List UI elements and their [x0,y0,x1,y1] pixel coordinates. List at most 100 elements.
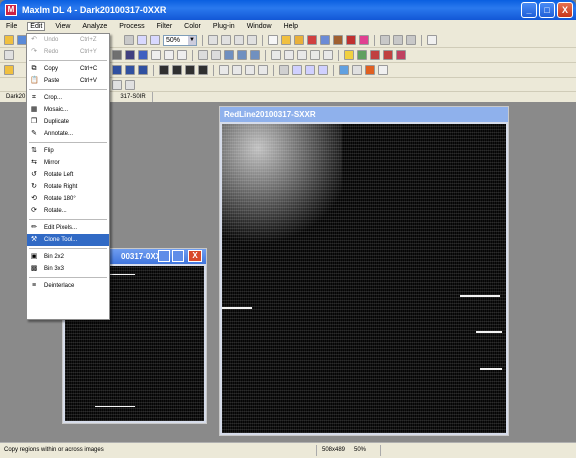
refresh-icon[interactable] [247,35,257,45]
histogram-icon[interactable] [112,50,122,60]
zoom-combo[interactable]: 50% ▼ [163,34,197,46]
telescope-icon[interactable] [307,35,317,45]
menu-item-crop[interactable]: ⌗ Crop... [27,92,109,104]
dark-frame-icon[interactable] [125,50,135,60]
menu-item-edit-pixels[interactable]: ✏ Edit Pixels... [27,222,109,234]
menu-item-paste[interactable]: 📋 Paste Ctrl+V [27,75,109,87]
home-icon[interactable] [4,65,14,75]
zoom-region-icon[interactable] [318,65,328,75]
tile-icon[interactable] [172,65,182,75]
window-icon[interactable] [4,50,14,60]
folder-icon[interactable] [281,35,291,45]
cursor-icon[interactable] [427,35,437,45]
script-icon[interactable] [378,65,388,75]
stack-icon[interactable] [380,35,390,45]
menu-item-mosaic[interactable]: ▦ Mosaic... [27,104,109,116]
window-minimize-button[interactable] [158,250,170,262]
menu-view[interactable]: View [53,23,72,30]
info-icon[interactable] [245,65,255,75]
maximize-button[interactable]: □ [539,2,555,18]
menu-help[interactable]: Help [282,23,300,30]
help-pointer-icon[interactable] [208,35,218,45]
arrange-icon[interactable] [198,65,208,75]
grid-icon[interactable] [232,65,242,75]
menu-item-flip[interactable]: ⇅ Flip [27,145,109,157]
menu-item-rotate-180[interactable]: ⟲ Rotate 180° [27,193,109,205]
menu-item-bin-2x2[interactable]: ▣ Bin 2x2 [27,251,109,263]
bin3-small-icon[interactable] [383,50,393,60]
menu-window[interactable]: Window [245,23,274,30]
menu-item-redo[interactable]: ↷ Redo Ctrl+Y [27,46,109,58]
align-icon[interactable] [224,50,234,60]
rotate-small-icon[interactable] [323,50,333,60]
image-window-redline[interactable]: RedLine20100317-SXXR [219,106,509,436]
menu-item-rotate-right[interactable]: ↻ Rotate Right [27,181,109,193]
menu-item-annotate[interactable]: ✎ Annotate... [27,128,109,140]
line-icon[interactable] [221,35,231,45]
menu-item-mirror[interactable]: ⇆ Mirror [27,157,109,169]
app-title-bar[interactable]: M Maxlm DL 4 - Dark20100317-0XXR _ □ X [0,0,576,20]
menu-item-bin-3x3[interactable]: ▩ Bin 3x3 [27,263,109,275]
graph-icon[interactable] [112,65,122,75]
layout-icon[interactable] [159,65,169,75]
menu-edit[interactable]: Edit [27,22,46,31]
run-icon[interactable] [365,65,375,75]
menu-plugin[interactable]: Plug-in [211,23,237,30]
zoom-in-icon[interactable] [137,35,147,45]
measure-icon[interactable] [219,65,229,75]
combine-icon[interactable] [237,50,247,60]
window-maximize-button[interactable] [172,250,184,262]
tab-s0ir[interactable]: 317-S0IR [114,92,153,102]
filter-wheel-icon[interactable] [333,35,343,45]
rotate-left-small-icon[interactable] [297,50,307,60]
rotate-right-small-icon[interactable] [310,50,320,60]
window-title[interactable]: RedLine20100317-SXXR [220,107,508,122]
menu-analyze[interactable]: Analyze [80,23,109,30]
close-button[interactable]: X [557,2,573,18]
window-close-button[interactable]: X [188,250,202,262]
menu-item-undo[interactable]: ↶ Undo Ctrl+Z [27,34,109,46]
zoom-out-2-icon[interactable] [305,65,315,75]
star-icon[interactable] [339,65,349,75]
rectangle-icon[interactable] [151,50,161,60]
plot-icon[interactable] [352,65,362,75]
undo-small-icon[interactable] [198,50,208,60]
menu-file[interactable]: File [4,23,19,30]
database-icon[interactable] [406,35,416,45]
menu-item-deinterlace[interactable]: ≡ Deinterlace [27,280,109,292]
flat-frame-icon[interactable] [138,50,148,60]
minimize-button[interactable]: _ [521,2,537,18]
contrast-icon[interactable] [258,65,268,75]
curve-icon[interactable] [138,65,148,75]
color-icon[interactable] [359,35,369,45]
new-icon[interactable] [268,35,278,45]
monitor-icon[interactable] [279,65,289,75]
open-icon[interactable] [4,35,14,45]
deinterlace-small-icon[interactable] [396,50,406,60]
frame-icon[interactable] [164,50,174,60]
circle-icon[interactable] [234,35,244,45]
pencil-small-icon[interactable] [344,50,354,60]
menu-process[interactable]: Process [117,23,146,30]
levels-icon[interactable] [125,65,135,75]
cascade-icon[interactable] [185,65,195,75]
menu-item-clone-tool[interactable]: ⚒ Clone Tool... [27,234,109,246]
chart-icon[interactable] [112,79,122,90]
menu-color[interactable]: Color [182,23,203,30]
zoom-fit-icon[interactable] [124,35,134,45]
print-icon[interactable] [393,35,403,45]
redo-small-icon[interactable] [211,50,221,60]
zoom-in-2-icon[interactable] [292,65,302,75]
menu-filter[interactable]: Filter [155,23,175,30]
camera-icon[interactable] [294,35,304,45]
menu-item-duplicate[interactable]: ❐ Duplicate [27,116,109,128]
zoom-out-icon[interactable] [150,35,160,45]
image-canvas[interactable] [222,124,506,433]
focus-icon[interactable] [346,35,356,45]
disk-icon[interactable] [320,35,330,45]
draw-line-icon[interactable] [177,50,187,60]
clone-small-icon[interactable] [357,50,367,60]
flip-small-icon[interactable] [271,50,281,60]
menu-item-copy[interactable]: ⧉ Copy Ctrl+C [27,63,109,75]
bin-small-icon[interactable] [370,50,380,60]
